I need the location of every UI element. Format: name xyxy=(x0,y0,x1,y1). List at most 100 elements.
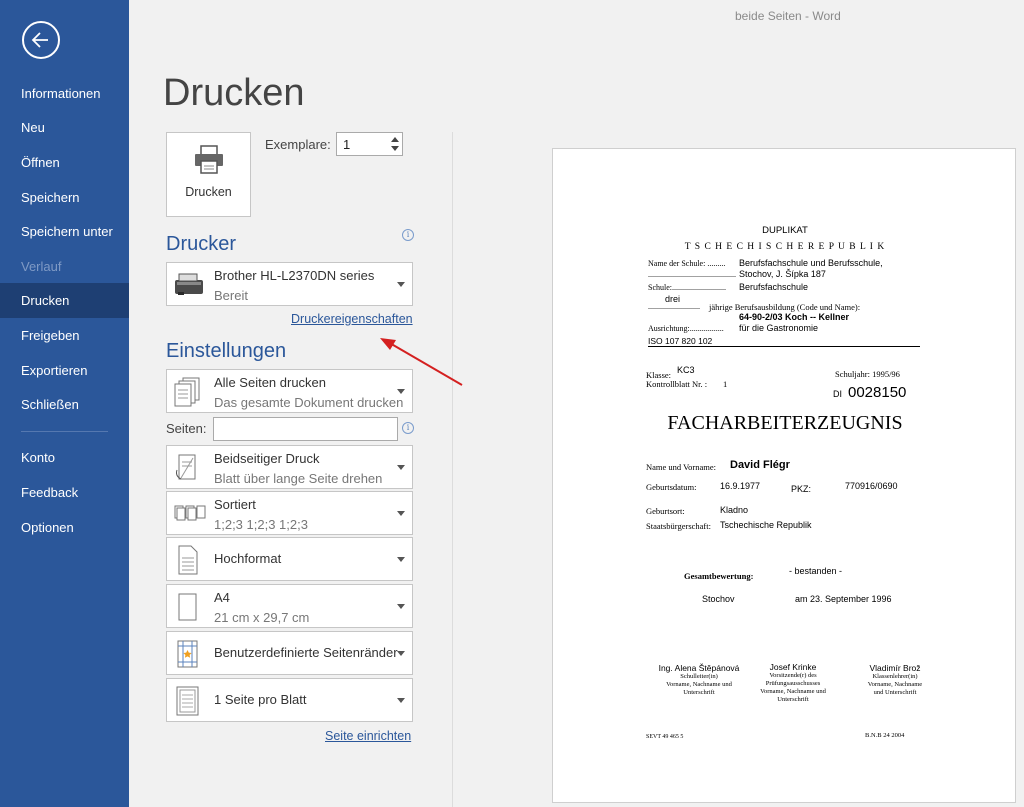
all-pages-icon xyxy=(174,377,200,407)
doc-di-label: DI xyxy=(833,389,842,399)
nav-verlauf: Verlauf xyxy=(21,259,62,274)
settings-section-title: Einstellungen xyxy=(166,340,287,362)
doc-heading: FACHARBEITERZEUGNIS xyxy=(667,412,903,434)
doc-ausrichtung-label: Ausrichtung:................. xyxy=(648,324,724,333)
orientation-dropdown[interactable]: Hochformat xyxy=(166,537,413,581)
doc-duplikat: DUPLIKAT xyxy=(762,225,808,236)
print-range-value: Alle Seiten drucken xyxy=(214,375,327,390)
nav-feedback[interactable]: Feedback xyxy=(0,475,129,510)
doc-pkz-value: 770916/0690 xyxy=(845,481,898,491)
back-button[interactable] xyxy=(22,21,60,59)
pages-label: Seiten: xyxy=(166,421,207,436)
print-range-desc: Das gesamte Dokument drucken xyxy=(214,395,404,410)
nav-freigeben[interactable]: Freigeben xyxy=(0,318,129,353)
nav-neu[interactable]: Neu xyxy=(0,110,129,145)
portrait-icon xyxy=(178,545,198,575)
doc-pkz-label: PKZ: xyxy=(791,484,812,494)
doc-sig3-sub2: und Unterschrift xyxy=(873,689,917,696)
doc-name-label: Name und Vorname: xyxy=(646,462,717,472)
doc-staat-value: Tschechische Republik xyxy=(720,520,812,530)
paper-size-dropdown[interactable]: A4 21 cm x 29,7 cm xyxy=(166,584,413,628)
doc-school-value1: Berufsfachschule und Berufsschule, xyxy=(739,258,883,268)
chevron-down-icon xyxy=(397,604,405,609)
panel-divider xyxy=(452,132,453,807)
nav-schliessen[interactable]: Schließen xyxy=(0,387,129,422)
printer-icon xyxy=(195,145,223,174)
doc-sig3-name: Vladimír Brož xyxy=(869,663,921,673)
nav-konto[interactable]: Konto xyxy=(0,440,129,475)
spin-up-icon[interactable] xyxy=(390,135,400,143)
margins-icon xyxy=(177,640,198,668)
nav-oeffnen[interactable]: Öffnen xyxy=(0,145,129,180)
pages-per-sheet-value: 1 Seite pro Blatt xyxy=(214,692,307,707)
chevron-down-icon xyxy=(397,651,405,656)
margins-value: Benutzerdefinierte Seitenränder xyxy=(214,645,398,660)
doc-geburtsdatum-label: Geburtsdatum: xyxy=(646,482,697,492)
printer-properties-link[interactable]: Druckereigenschaften xyxy=(291,312,413,326)
window-title: beide Seiten - Word xyxy=(735,9,841,23)
duplex-value: Beidseitiger Druck xyxy=(214,451,320,466)
printer-status: Bereit xyxy=(214,288,248,303)
copies-label: Exemplare: xyxy=(265,137,331,152)
collate-dropdown[interactable]: Sortiert 1;2;3 1;2;3 1;2;3 xyxy=(166,491,413,535)
nav-drucken[interactable]: Drucken xyxy=(0,283,129,318)
nav-optionen[interactable]: Optionen xyxy=(0,510,129,545)
doc-name-value: David Flégr xyxy=(730,459,790,471)
nav-exportieren[interactable]: Exportieren xyxy=(0,353,129,388)
chevron-down-icon xyxy=(397,557,405,562)
doc-school-dots: ........................................… xyxy=(648,270,736,279)
margins-dropdown[interactable]: Benutzerdefinierte Seitenränder xyxy=(166,631,413,675)
printer-dropdown[interactable]: Brother HL-L2370DN series Bereit xyxy=(166,262,413,306)
doc-kontrollblatt-label: Kontrollblatt Nr. : xyxy=(646,379,708,389)
doc-schuljahr: Schuljahr: 1995/96 xyxy=(835,369,900,379)
doc-ausbildung-code: 64-90-2/03 Koch -- Kellner xyxy=(739,312,850,322)
nav-informationen[interactable]: Informationen xyxy=(0,76,129,111)
duplex-desc: Blatt über lange Seite drehen xyxy=(214,471,383,486)
doc-geburtsdatum-value: 16.9.1977 xyxy=(720,481,761,491)
chevron-down-icon xyxy=(397,282,405,287)
spin-down-icon[interactable] xyxy=(390,145,400,153)
paper-size-desc: 21 cm x 29,7 cm xyxy=(214,610,310,625)
doc-gesamt-label: Gesamtbewertung: xyxy=(684,571,754,581)
collate-desc: 1;2;3 1;2;3 1;2;3 xyxy=(214,517,308,532)
page-title: Drucken xyxy=(163,72,305,114)
page-setup-link[interactable]: Seite einrichten xyxy=(325,729,411,743)
print-range-dropdown[interactable]: Alle Seiten drucken Das gesamte Dokument… xyxy=(166,369,413,413)
copies-input[interactable]: 1 xyxy=(336,132,403,156)
printer-device-icon xyxy=(175,273,203,295)
pages-per-sheet-dropdown[interactable]: 1 Seite pro Blatt xyxy=(166,678,413,722)
doc-klasse-value: KC3 xyxy=(677,365,695,375)
doc-republic: T S C H E C H I S C H E R E P U B L I K xyxy=(684,242,886,252)
print-button[interactable]: Drucken xyxy=(166,132,251,217)
pages-info-icon[interactable]: i xyxy=(402,422,414,434)
doc-geburtsort-value: Kladno xyxy=(720,505,749,515)
print-preview-page[interactable]: DUPLIKAT T S C H E C H I S C H E R E P U… xyxy=(552,148,1016,803)
doc-ausbildung-label: jährige Berufsausbildung (Code und Name)… xyxy=(709,302,861,312)
duplex-icon xyxy=(176,454,196,480)
doc-ausrichtung-value: für die Gastronomie xyxy=(739,323,819,333)
doc-sig3-role: Klassenlehrer(in) xyxy=(872,673,918,680)
printer-info-icon[interactable]: i xyxy=(402,229,414,241)
doc-staat-label: Staatsbürgerschaft: xyxy=(646,521,711,531)
duplex-dropdown[interactable]: Beidseitiger Druck Blatt über lange Seit… xyxy=(166,445,413,489)
doc-school-label: Name der Schule: ......... xyxy=(648,259,726,268)
doc-school-value2: Stochov, J. Šípka 187 xyxy=(739,269,826,279)
back-arrow-icon xyxy=(31,32,48,48)
doc-geburtsort-label: Geburtsort: xyxy=(646,506,685,516)
copies-value: 1 xyxy=(343,137,351,152)
orientation-value: Hochformat xyxy=(214,551,282,566)
paper-size-value: A4 xyxy=(214,590,230,605)
paper-icon xyxy=(178,593,197,621)
doc-ausbildung-dots: .......................... xyxy=(648,302,700,311)
chevron-down-icon xyxy=(397,511,405,516)
one-page-per-sheet-icon xyxy=(176,686,199,716)
nav-speichern-unter[interactable]: Speichern unter xyxy=(0,214,129,249)
nav-separator xyxy=(21,431,108,432)
pages-input[interactable] xyxy=(213,417,398,441)
printer-name: Brother HL-L2370DN series xyxy=(214,268,375,283)
chevron-down-icon xyxy=(397,698,405,703)
nav-speichern[interactable]: Speichern xyxy=(0,180,129,215)
doc-iso: ISO 107 820 102 xyxy=(648,336,713,346)
doc-datum: am 23. September 1996 xyxy=(795,594,892,604)
doc-sig3-sub: Vorname, Nachname xyxy=(867,681,923,688)
